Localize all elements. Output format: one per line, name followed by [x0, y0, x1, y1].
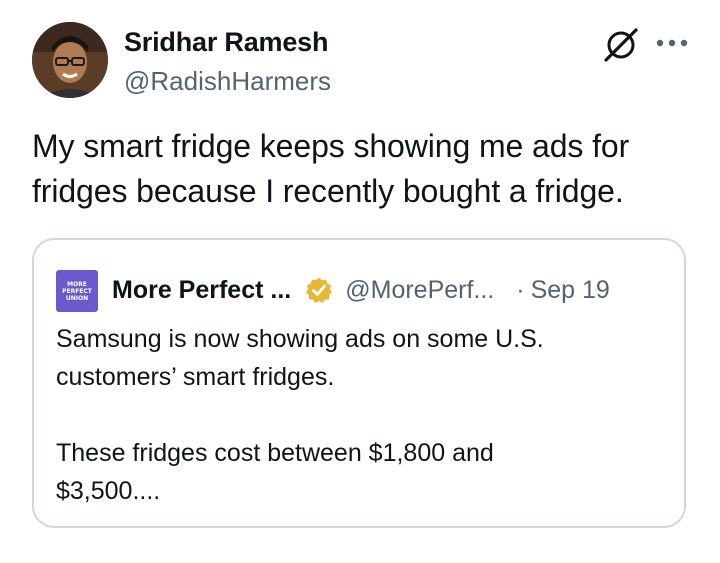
- tweet-text: My smart fridge keeps showing me ads for…: [32, 124, 702, 214]
- quote-header: More Perfect ... @MorePerf... · Sep 19: [112, 270, 610, 310]
- avatar-photo: [32, 22, 108, 98]
- logo-text: MORE: [67, 280, 87, 288]
- quote-tweet-card[interactable]: MORE PERFECT UNION More Perfect ... @Mor…: [32, 238, 686, 528]
- tweet-text-line: fridges because I recently bought a frid…: [32, 173, 624, 209]
- quote-date[interactable]: Sep 19: [531, 276, 610, 305]
- author-handle[interactable]: @RadishHarmers: [124, 64, 331, 98]
- quote-text-line: customers’ smart fridges.: [56, 363, 335, 391]
- author-block: Sridhar Ramesh @RadishHarmers: [124, 24, 331, 98]
- more-icon[interactable]: [654, 30, 690, 56]
- tweet-text-line: My smart fridge keeps showing me ads for: [32, 128, 630, 164]
- quote-handle[interactable]: @MorePerf...: [345, 276, 494, 305]
- quote-text-line: $3,500....: [56, 477, 161, 505]
- verified-badge-icon[interactable]: [305, 276, 333, 304]
- quote-display-name[interactable]: More Perfect ...: [112, 276, 291, 305]
- tweet: Sridhar Ramesh @RadishHarmers My smart f…: [0, 0, 720, 563]
- quote-text-line: These fridges cost between $1,800 and: [56, 439, 494, 467]
- quote-text-line: Samsung is now showing ads on some U.S.: [56, 325, 544, 353]
- separator-dot: ·: [516, 275, 525, 304]
- author-display-name[interactable]: Sridhar Ramesh: [124, 24, 331, 60]
- avatar[interactable]: [32, 22, 108, 98]
- quote-text: Samsung is now showing ads on some U.S. …: [56, 320, 666, 510]
- quote-avatar-logo[interactable]: MORE PERFECT UNION: [56, 270, 98, 312]
- logo-text: PERFECT: [62, 287, 92, 295]
- logo-text: UNION: [65, 294, 89, 302]
- grok-icon[interactable]: [602, 26, 640, 64]
